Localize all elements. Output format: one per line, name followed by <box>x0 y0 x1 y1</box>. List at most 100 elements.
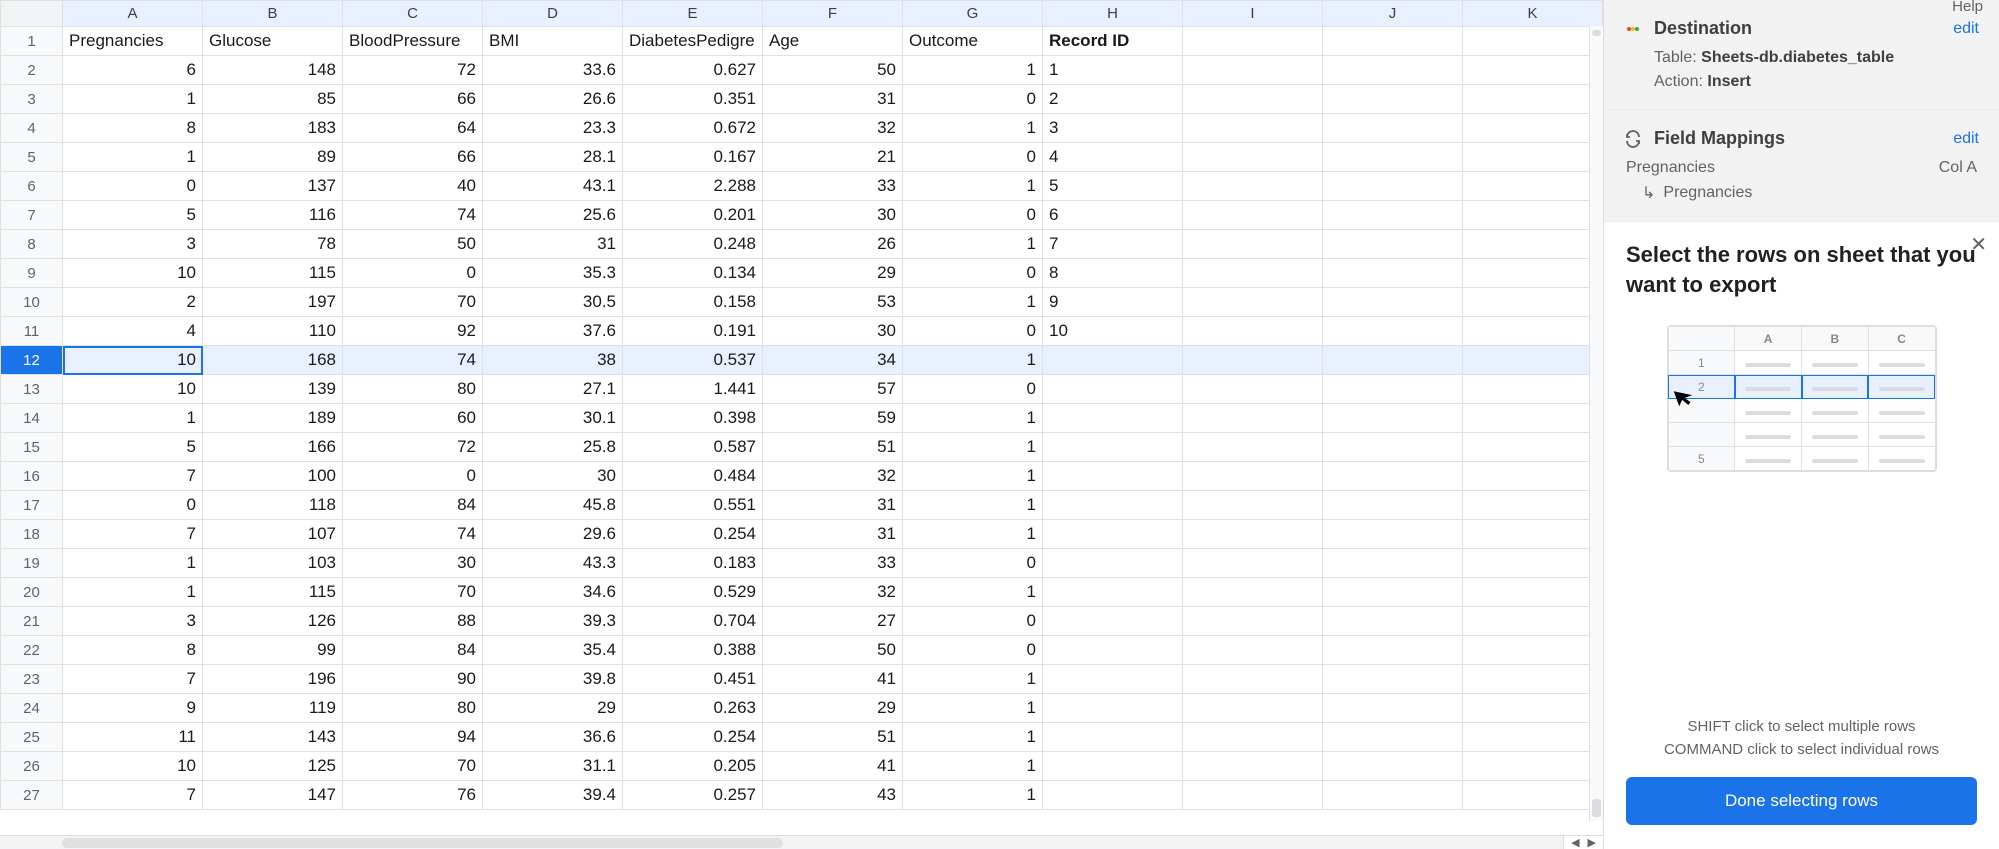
column-header-J[interactable]: J <box>1323 1 1463 27</box>
cell[interactable]: 31 <box>763 491 903 520</box>
cell[interactable]: 1 <box>903 404 1043 433</box>
cell[interactable]: 33.6 <box>483 56 623 85</box>
cell[interactable]: 74 <box>343 520 483 549</box>
row-header[interactable]: 18 <box>1 520 63 549</box>
cell[interactable]: 10 <box>1043 317 1183 346</box>
cell[interactable]: 70 <box>343 578 483 607</box>
cell[interactable]: 0 <box>903 201 1043 230</box>
column-header-E[interactable]: E <box>623 1 763 27</box>
cell[interactable]: BMI <box>483 27 623 56</box>
cell[interactable]: 60 <box>343 404 483 433</box>
cell[interactable]: BloodPressure <box>343 27 483 56</box>
cell[interactable]: 183 <box>203 114 343 143</box>
cell[interactable]: 32 <box>763 114 903 143</box>
cell[interactable]: 0.587 <box>623 433 763 462</box>
cell[interactable]: 43.1 <box>483 172 623 201</box>
row-17[interactable]: 1701188445.80.551311 <box>1 491 1603 520</box>
row-header[interactable]: 11 <box>1 317 63 346</box>
cell[interactable]: 33 <box>763 549 903 578</box>
cell[interactable]: 78 <box>203 230 343 259</box>
cell[interactable]: 2 <box>1043 85 1183 114</box>
cell[interactable]: 196 <box>203 665 343 694</box>
cell[interactable] <box>1183 56 1323 85</box>
cell[interactable]: 0.254 <box>623 520 763 549</box>
cell[interactable] <box>1463 375 1603 404</box>
cell[interactable] <box>1183 578 1323 607</box>
cell[interactable]: 66 <box>343 85 483 114</box>
cell[interactable] <box>1183 723 1323 752</box>
cell[interactable] <box>1463 462 1603 491</box>
cell[interactable] <box>1043 520 1183 549</box>
cell[interactable] <box>1463 172 1603 201</box>
cell[interactable]: 84 <box>343 491 483 520</box>
cell[interactable] <box>1463 85 1603 114</box>
cell[interactable]: 43 <box>763 781 903 810</box>
row-4[interactable]: 481836423.30.6723213 <box>1 114 1603 143</box>
cell[interactable]: 72 <box>343 433 483 462</box>
cell[interactable]: 30 <box>763 317 903 346</box>
cell[interactable]: 1 <box>903 520 1043 549</box>
cell[interactable]: 31 <box>763 520 903 549</box>
cell[interactable] <box>1043 694 1183 723</box>
cell[interactable]: 1 <box>903 723 1043 752</box>
cell[interactable]: 85 <box>203 85 343 114</box>
cell[interactable]: 26.6 <box>483 85 623 114</box>
cell[interactable]: 29 <box>763 694 903 723</box>
cell[interactable] <box>1043 549 1183 578</box>
close-icon[interactable]: ✕ <box>1970 232 1987 257</box>
cell[interactable] <box>1463 781 1603 810</box>
cell[interactable] <box>1463 665 1603 694</box>
cell[interactable]: 21 <box>763 143 903 172</box>
cell[interactable]: 66 <box>343 143 483 172</box>
cell[interactable]: 0.134 <box>623 259 763 288</box>
cell[interactable]: 39.4 <box>483 781 623 810</box>
row-12[interactable]: 121016874380.537341 <box>1 346 1603 375</box>
cell[interactable]: 1 <box>63 549 203 578</box>
cell[interactable]: 27.1 <box>483 375 623 404</box>
cell[interactable]: 35.4 <box>483 636 623 665</box>
cell[interactable]: 36.6 <box>483 723 623 752</box>
column-header-C[interactable]: C <box>343 1 483 27</box>
cell[interactable]: 6 <box>63 56 203 85</box>
cell[interactable]: 39.3 <box>483 607 623 636</box>
cell[interactable]: 0.388 <box>623 636 763 665</box>
cell[interactable]: 147 <box>203 781 343 810</box>
cell[interactable]: 137 <box>203 172 343 201</box>
row-header[interactable]: 9 <box>1 259 63 288</box>
cell[interactable]: 118 <box>203 491 343 520</box>
cell[interactable] <box>1183 317 1323 346</box>
cell[interactable] <box>1463 27 1603 56</box>
cell[interactable]: 34.6 <box>483 578 623 607</box>
cell[interactable]: 189 <box>203 404 343 433</box>
cell[interactable]: 0.201 <box>623 201 763 230</box>
cell[interactable] <box>1183 346 1323 375</box>
cell[interactable]: 50 <box>343 230 483 259</box>
cell[interactable]: 0 <box>903 636 1043 665</box>
cell[interactable] <box>1323 201 1463 230</box>
cell[interactable]: 1 <box>63 143 203 172</box>
cell[interactable] <box>1043 404 1183 433</box>
cell[interactable]: 115 <box>203 578 343 607</box>
cell[interactable]: 30 <box>343 549 483 578</box>
row-7[interactable]: 751167425.60.2013006 <box>1 201 1603 230</box>
row-24[interactable]: 24911980290.263291 <box>1 694 1603 723</box>
cell[interactable]: 29 <box>763 259 903 288</box>
cell[interactable]: 40 <box>343 172 483 201</box>
cell[interactable] <box>1183 375 1323 404</box>
cell[interactable]: 43.3 <box>483 549 623 578</box>
cell[interactable]: 119 <box>203 694 343 723</box>
row-16[interactable]: 1671000300.484321 <box>1 462 1603 491</box>
row-15[interactable]: 1551667225.80.587511 <box>1 433 1603 462</box>
cell[interactable]: 57 <box>763 375 903 404</box>
cell[interactable] <box>1183 491 1323 520</box>
vertical-scrollbar[interactable] <box>1589 26 1603 821</box>
row-1[interactable]: 1PregnanciesGlucoseBloodPressureBMIDiabe… <box>1 27 1603 56</box>
cell[interactable]: 41 <box>763 752 903 781</box>
help-link[interactable]: Help <box>1952 0 1983 15</box>
cell[interactable]: 0.205 <box>623 752 763 781</box>
cell[interactable] <box>1183 665 1323 694</box>
row-header[interactable]: 23 <box>1 665 63 694</box>
cell[interactable]: 94 <box>343 723 483 752</box>
row-header[interactable]: 13 <box>1 375 63 404</box>
row-header[interactable]: 21 <box>1 607 63 636</box>
